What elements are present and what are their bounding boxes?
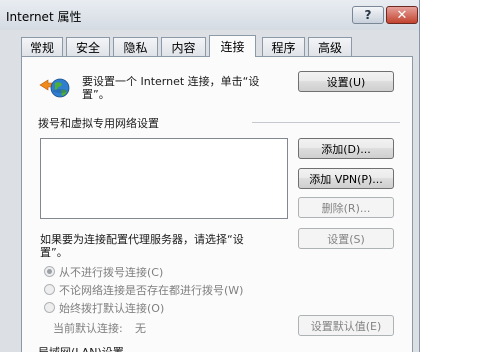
add-connection-button[interactable]: 添加(D)... xyxy=(298,138,394,159)
help-icon: ? xyxy=(364,8,372,22)
radio-never-dial-label: 从不进行拨号连接(C) xyxy=(59,266,164,279)
setup-instruction-line2: 置”。 xyxy=(82,88,110,101)
radio-always-default[interactable] xyxy=(44,302,55,313)
tab-content[interactable]: 内容 xyxy=(161,37,206,56)
tab-privacy[interactable]: 隐私 xyxy=(113,37,158,56)
lan-group-label: 局域网(LAN)设置 xyxy=(38,344,124,352)
proxy-settings-button[interactable]: 设置(S) xyxy=(298,228,394,249)
help-button[interactable]: ? xyxy=(352,6,384,24)
remove-connection-button[interactable]: 删除(R)... xyxy=(298,197,394,218)
proxy-instruction-line2: 置”。 xyxy=(40,246,68,259)
window-title: Internet 属性 xyxy=(6,10,82,24)
dialup-group-label: 拨号和虚拟专用网络设置 xyxy=(38,117,159,130)
add-vpn-button[interactable]: 添加 VPN(P)... xyxy=(298,168,394,189)
radio-never-dial[interactable] xyxy=(44,266,55,277)
title-bar[interactable]: Internet 属性 ? ✕ xyxy=(0,0,419,30)
radio-dial-whenever[interactable] xyxy=(44,284,55,295)
connections-list[interactable] xyxy=(40,138,288,219)
close-button[interactable]: ✕ xyxy=(386,6,418,24)
tab-programs[interactable]: 程序 xyxy=(262,37,305,56)
radio-dial-whenever-label: 不论网络连接是否存在都进行拨号(W) xyxy=(59,284,244,297)
internet-properties-window: Internet 属性 ? ✕ 常规 安全 隐私 内容 连接 程序 高级 要设置… xyxy=(0,0,420,352)
set-default-button[interactable]: 设置默认值(E) xyxy=(298,315,394,336)
radio-always-default-label: 始终拨打默认连接(O) xyxy=(59,302,165,315)
proxy-instruction-line1: 如果要为连接配置代理服务器，请选择“设 xyxy=(40,233,244,246)
setup-button[interactable]: 设置(U) xyxy=(298,71,394,92)
tab-advanced[interactable]: 高级 xyxy=(308,37,352,56)
current-default-label: 当前默认连接: xyxy=(53,322,123,335)
group-divider xyxy=(252,122,400,123)
tab-connections[interactable]: 连接 xyxy=(209,35,256,57)
tab-security[interactable]: 安全 xyxy=(66,37,110,56)
current-default-value: 无 xyxy=(135,322,146,335)
close-icon: ✕ xyxy=(396,7,408,23)
network-globe-icon xyxy=(39,78,70,98)
tab-general[interactable]: 常规 xyxy=(21,37,63,56)
